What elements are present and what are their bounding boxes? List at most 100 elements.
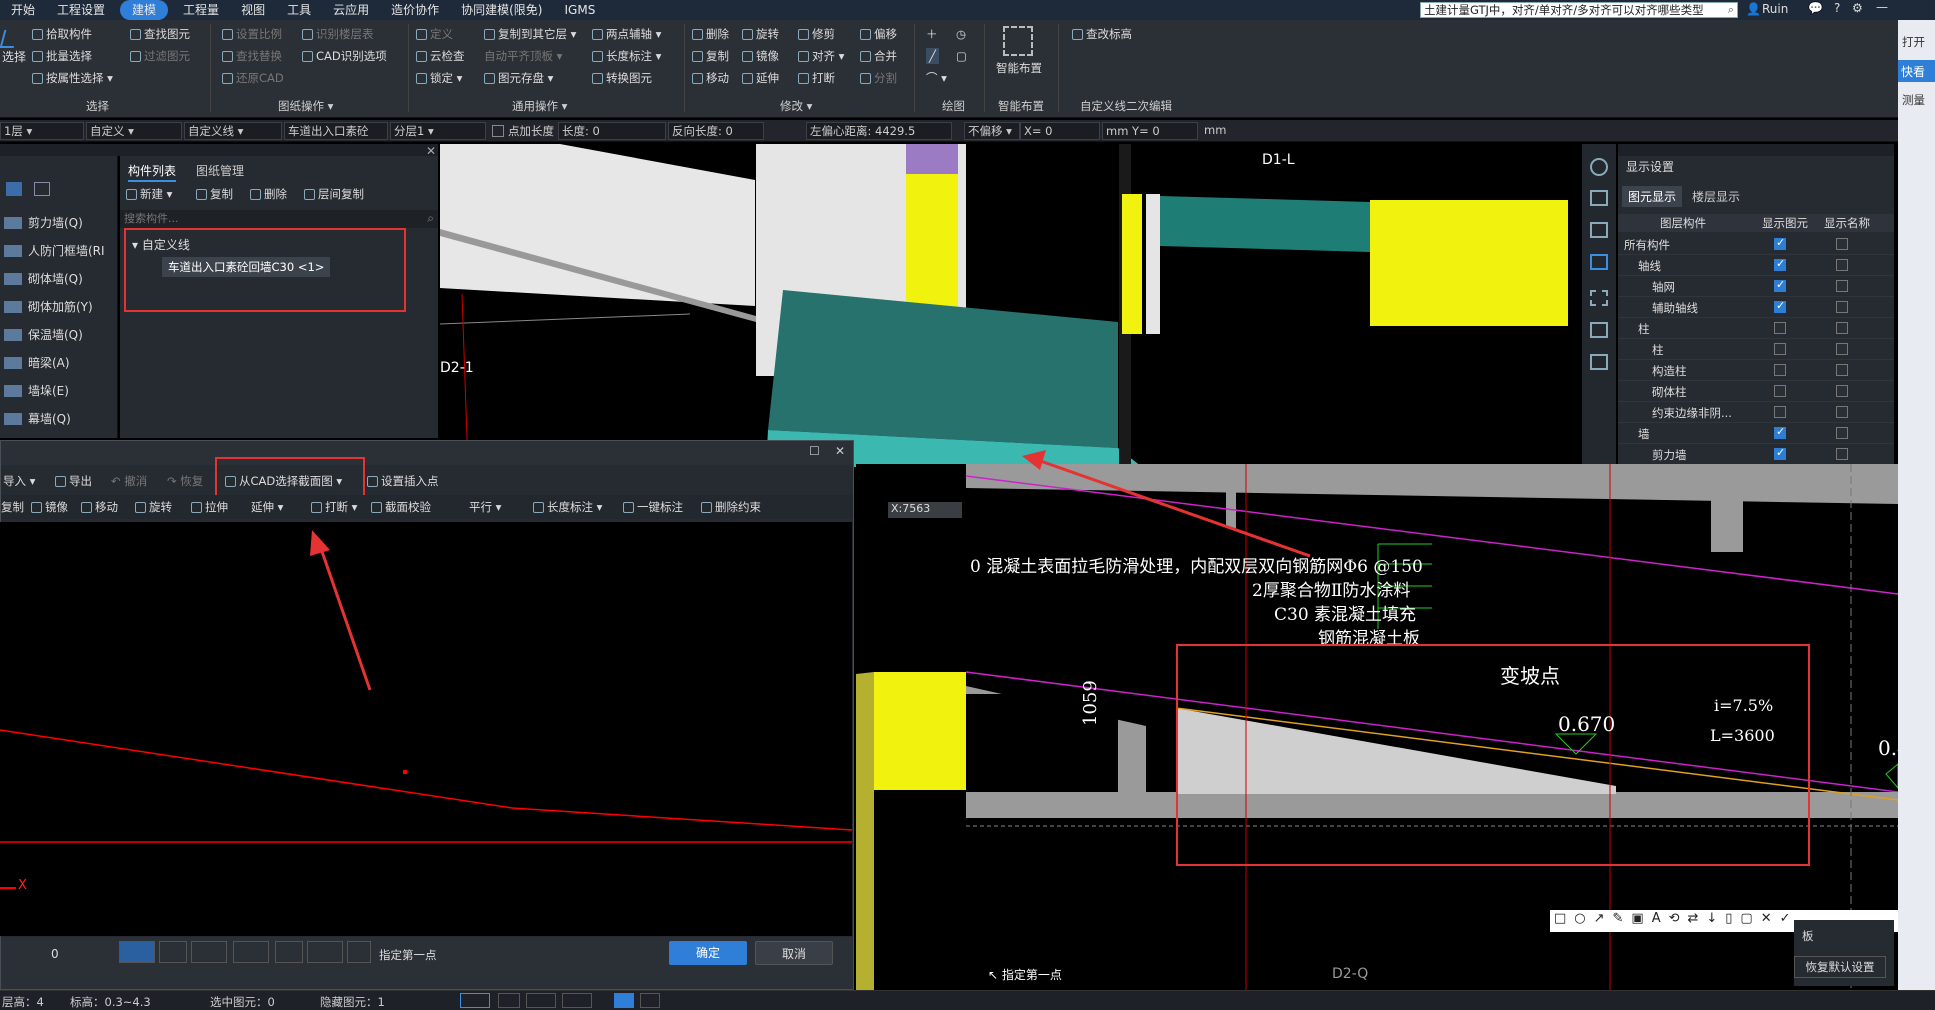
restore-default-button[interactable]: 恢复默认设置 [1794,956,1886,978]
copy-component-button[interactable]: 复制 [196,186,233,202]
element-save-button[interactable]: 图元存盘 ▾ [484,70,553,86]
draw-rect-icon[interactable]: ▢ [956,48,967,64]
tab-component-list[interactable]: 构件列表 [128,162,177,182]
3d-viewport[interactable]: D1-L D2-1 [440,144,1582,467]
show-name-checkbox[interactable] [1836,343,1848,355]
view-2d-icon[interactable] [1590,190,1608,206]
check-elevation-button[interactable]: 查改标高 [1072,26,1132,42]
smart-layout-button[interactable]: 智能布置 [996,26,1042,76]
measure-item[interactable]: 测量 [1902,92,1925,108]
ok-button[interactable]: 确定 [669,941,747,965]
define-button[interactable]: 定义 [416,26,453,42]
show-name-checkbox[interactable] [1836,427,1848,439]
show-element-checkbox[interactable] [1774,299,1786,313]
display-row[interactable]: 辅助轴线 [1618,297,1894,318]
draw-circle-icon[interactable]: ◷ [956,26,966,42]
cad-drawing-view[interactable]: X:7563 0 混凝土表面拉毛防滑处理，内配双层双向钢筋网Φ6 @150 2厚… [856,464,1898,990]
dlg-copy-button[interactable]: 复制 [1,499,24,515]
snap-icon[interactable] [191,941,227,963]
show-name-checkbox[interactable] [1836,385,1848,397]
tab-drawing-management[interactable]: 图纸管理 [196,162,244,179]
menu-modeling[interactable]: 建模 [120,0,169,20]
pick-component-button[interactable]: 拾取构件 [32,26,92,42]
nav-item-civil-defense-wall[interactable]: 人防门框墙(RI [4,242,105,259]
help-icon[interactable]: ? [1834,1,1840,15]
select-by-attr-button[interactable]: 按属性选择 ▾ [32,70,113,86]
set-scale-button[interactable]: 设置比例 [222,26,282,42]
search-input[interactable]: 土建计量GTJ中，对齐/单对齐/多对齐可以对齐哪些类型 ⌕ [1420,2,1738,18]
redo-button[interactable]: ↷ 恢复 [167,473,203,489]
align-button[interactable]: 对齐 ▾ [798,48,844,64]
show-name-checkbox[interactable] [1836,280,1848,292]
two-point-axis-button[interactable]: 两点辅轴 ▾ [592,26,661,42]
panel-close-icon[interactable]: ✕ [426,144,436,158]
menu-project-settings[interactable]: 工程设置 [46,0,116,20]
display-row[interactable]: 柱 [1618,318,1894,339]
nav-item-insulation-wall[interactable]: 保温墙(Q) [4,326,83,343]
offset-button[interactable]: 偏移 [860,26,897,42]
show-name-checkbox[interactable] [1836,406,1848,418]
delete-constraint-button[interactable]: 删除约束 [701,499,761,515]
menu-start[interactable]: 开始 [0,0,46,20]
dlg-mirror-button[interactable]: 镜像 [31,499,68,515]
list-icon[interactable] [1590,354,1608,370]
component-select[interactable]: 车道出入口素砼 [284,122,388,140]
floor-copy-button[interactable]: 层间复制 [304,186,364,202]
orbit-icon[interactable] [1590,158,1608,176]
component-search[interactable]: 搜索构件... ⌕ [120,210,438,228]
show-element-checkbox[interactable] [1774,425,1786,439]
view-cube-icon[interactable] [1590,254,1608,270]
length-field[interactable]: 长度: 0 [558,122,666,140]
menu-igms[interactable]: IGMS [554,0,607,20]
close-icon[interactable]: ✕ [835,444,845,458]
undo-button[interactable]: ↶ 撤消 [111,473,147,489]
length-dim-button[interactable]: 长度标注 ▾ [592,48,661,64]
nav-item-shear-wall[interactable]: 剪力墙(Q) [4,214,83,231]
quick-view-tab[interactable]: 快看 [1898,60,1935,82]
nav-item-masonry-rebar[interactable]: 砌体加筋(Y) [4,298,93,315]
delete-button[interactable]: 删除 [692,26,729,42]
polar-icon[interactable] [275,941,303,963]
minimize-icon[interactable]: — [1876,0,1888,14]
show-name-checkbox[interactable] [1836,301,1848,313]
lock-button[interactable]: 锁定 ▾ [416,70,462,86]
y-field[interactable]: mm Y= 0 [1102,122,1198,140]
annotation-tools-icon[interactable]: □○↗✎▣A⟲⇄↓▯▢✕✓ [1554,911,1799,926]
display-row[interactable]: 砌体柱 [1618,381,1894,402]
find-replace-button[interactable]: 查找替换 [222,48,282,64]
show-name-checkbox[interactable] [1836,448,1848,460]
no-offset-select[interactable]: 不偏移 ▾ [964,122,1020,140]
rotate-button[interactable]: 旋转 [742,26,779,42]
copy-to-floor-button[interactable]: 复制到其它层 ▾ [484,26,576,42]
status-toggle-5[interactable] [614,993,634,1008]
search-icon[interactable]: ⌕ [1728,3,1734,17]
show-name-checkbox[interactable] [1836,238,1848,250]
restore-cad-button[interactable]: 还原CAD [222,70,284,86]
draw-point-icon[interactable]: ＋ [926,26,938,42]
x-field[interactable]: X= 0 [1020,122,1100,140]
delete-component-button[interactable]: 删除 [250,186,287,202]
show-element-checkbox[interactable] [1774,446,1786,460]
grid-icon[interactable] [119,941,155,963]
set-insert-point-button[interactable]: 设置插入点 [367,473,439,489]
dlg-move-button[interactable]: 移动 [81,499,118,515]
move-button[interactable]: 移动 [692,70,729,86]
status-toggle-1[interactable] [460,993,490,1008]
dlg-length-dim-button[interactable]: 长度标注 ▾ [533,499,602,515]
menu-cloud[interactable]: 云应用 [322,0,380,20]
display-row[interactable]: 柱 [1618,339,1894,360]
show-element-checkbox[interactable] [1774,406,1786,418]
display-row[interactable]: 剪力墙 [1618,444,1894,465]
export-button[interactable]: 导出 [55,473,92,489]
batch-select-button[interactable]: 批量选择 [32,48,92,64]
chat-icon[interactable]: 💬 [1808,1,1823,15]
user-name[interactable]: Ruin [1762,2,1788,16]
import-button[interactable]: 导入 ▾ [3,473,35,489]
ortho-icon[interactable] [159,941,187,963]
parallel-button[interactable]: 平行 ▾ [469,499,501,515]
show-name-checkbox[interactable] [1836,322,1848,334]
box-select-icon[interactable] [1590,322,1608,338]
subtype-select[interactable]: 自定义线 ▾ [184,122,282,140]
nav-item-masonry-wall[interactable]: 砌体墙(Q) [4,270,83,287]
dlg-stretch-button[interactable]: 拉伸 [191,499,228,515]
